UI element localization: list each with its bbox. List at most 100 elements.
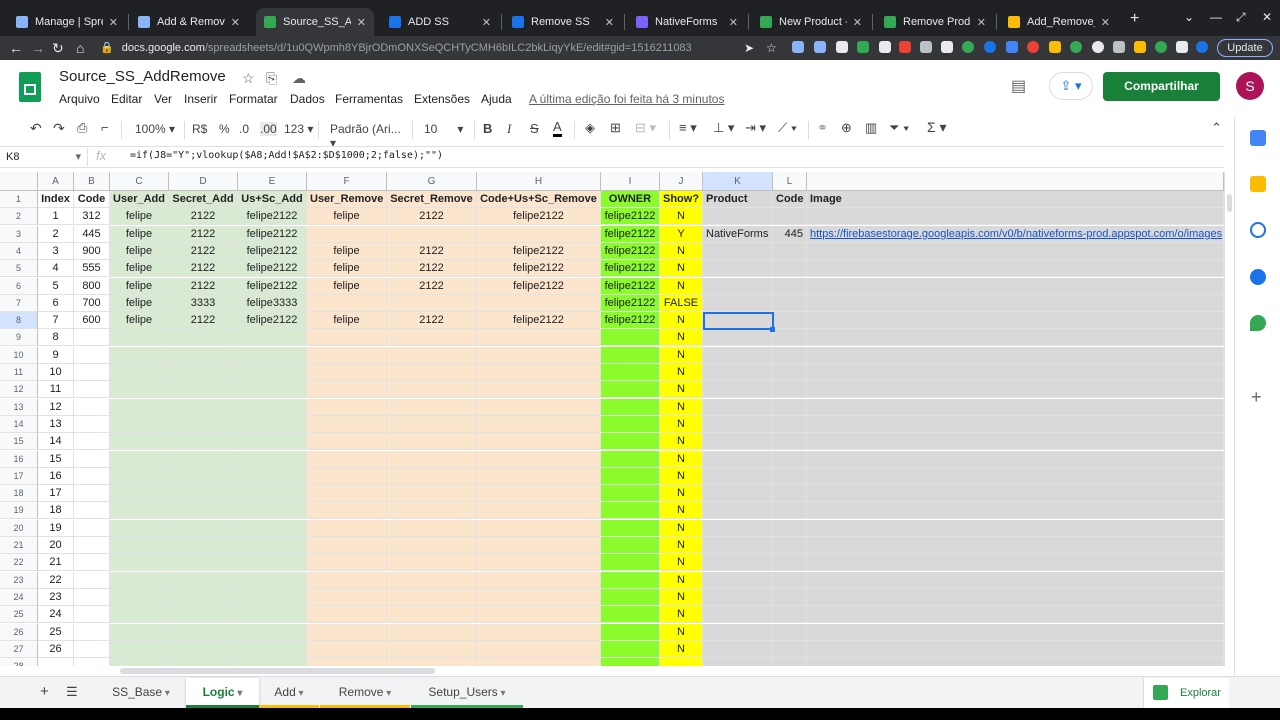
grid-cell[interactable] [807,588,1224,606]
grid-cell[interactable] [307,415,387,433]
grid-cell[interactable] [703,398,773,416]
grid-cell[interactable] [807,554,1224,572]
grid-cell[interactable]: N [660,381,703,399]
grid-cell[interactable] [477,519,601,537]
extension-4-icon[interactable] [857,41,869,53]
grid-cell[interactable]: 16 [38,467,74,485]
grid-cell[interactable]: N [660,346,703,364]
grid-cell[interactable] [807,450,1224,468]
grid-cell[interactable] [477,450,601,468]
grid-cell[interactable]: 18 [38,502,74,520]
grid-cell[interactable] [601,554,660,572]
grid-cell[interactable]: https://firebasestorage.googleapis.com/v… [807,225,1224,243]
extension-17-icon[interactable] [1134,41,1146,53]
grid-cell[interactable]: 3 [38,242,74,260]
grid-cell[interactable] [74,415,110,433]
sheet-tab-logic[interactable]: Logic ▾ [186,678,259,708]
column-header[interactable]: C [110,172,169,191]
grid-cell[interactable] [773,640,807,658]
grid-cell[interactable] [110,329,169,347]
grid-cell[interactable] [703,502,773,520]
grid-cell[interactable] [773,364,807,381]
grid-cell[interactable]: Y [660,225,703,243]
grid-cell[interactable]: 2122 [169,208,238,226]
grid-cell[interactable] [307,554,387,572]
extension-google-icon[interactable] [1027,41,1039,53]
grid-cell[interactable] [601,329,660,347]
all-sheets-icon[interactable]: ☰ [66,684,78,700]
grid-cell[interactable] [110,450,169,468]
grid-cell[interactable] [703,519,773,537]
grid-cell[interactable] [74,640,110,658]
column-header[interactable]: J [660,172,703,191]
move-folder-icon[interactable]: ⎘ [266,70,277,87]
grid-cell[interactable] [703,260,773,278]
grid-cell[interactable]: 20 [38,537,74,554]
grid-cell[interactable] [807,381,1224,399]
grid-cell[interactable] [169,519,238,537]
grid-cell[interactable] [74,571,110,589]
vertical-align-icon[interactable]: ⊥ ▾ [713,120,734,136]
grid-cell[interactable]: felipe [110,260,169,278]
grid-cell[interactable]: felipe [110,225,169,243]
grid-cell[interactable] [74,364,110,381]
text-color-icon[interactable]: A [553,120,562,137]
grid-cell[interactable] [773,242,807,260]
filter-icon[interactable]: ⏷ ▾ [889,120,909,136]
grid-cell[interactable] [773,415,807,433]
tab-search-icon[interactable]: ⌄ [1184,10,1194,24]
grid-cell[interactable]: 19 [38,519,74,537]
extension-14-icon[interactable] [1070,41,1082,53]
grid-cell[interactable] [169,467,238,485]
grid-cell[interactable]: N [660,606,703,624]
row-header[interactable]: 17 [0,467,38,485]
comments-icon[interactable]: ▤ [1011,76,1026,96]
column-header[interactable]: I [601,172,660,191]
grid-cell[interactable] [74,537,110,554]
grid-cell[interactable]: 2 [38,225,74,243]
grid-cell[interactable] [238,433,307,451]
grid-cell[interactable] [477,433,601,451]
grid-cell[interactable]: N [660,537,703,554]
row-header[interactable]: 7 [0,294,38,312]
grid-cell[interactable] [807,519,1224,537]
grid-cell[interactable] [387,640,477,658]
grid-cell[interactable] [307,450,387,468]
grid-cell[interactable] [238,398,307,416]
redo-icon[interactable]: ↷ [53,120,65,137]
sheet-tab-remove[interactable]: Remove ▾ [320,678,410,708]
grid-cell[interactable]: 12 [38,398,74,416]
grid-cell[interactable] [110,554,169,572]
grid-cell[interactable] [238,571,307,589]
grid-cell[interactable] [74,623,110,641]
grid-cell[interactable] [387,415,477,433]
grid-cell[interactable]: N [660,640,703,658]
grid-cell[interactable] [477,398,601,416]
extension-16-icon[interactable] [1113,41,1125,53]
grid-cell[interactable] [110,640,169,658]
extension-11-icon[interactable] [1006,41,1018,53]
grid-cell[interactable] [773,658,807,666]
grid-cell[interactable] [74,398,110,416]
extension-9-icon[interactable] [962,41,974,53]
grid-cell[interactable] [601,485,660,503]
header-cell[interactable]: Product [703,191,773,208]
grid-cell[interactable] [307,381,387,399]
grid-cell[interactable] [238,467,307,485]
grid-cell[interactable]: 2122 [387,312,477,330]
grid-cell[interactable]: N [660,588,703,606]
menu-inserir[interactable]: Inserir [184,92,217,106]
keep-icon[interactable] [1250,176,1266,192]
header-cell[interactable]: Secret_Add [169,191,238,208]
grid-cell[interactable] [110,433,169,451]
grid-cell[interactable] [773,467,807,485]
grid-cell[interactable] [74,346,110,364]
grid-cell[interactable] [110,571,169,589]
column-header[interactable]: K [703,172,773,191]
grid-cell[interactable] [110,606,169,624]
grid-cell[interactable] [773,450,807,468]
grid-cell[interactable] [238,640,307,658]
extension-2-icon[interactable] [814,41,826,53]
grid-cell[interactable] [74,467,110,485]
grid-cell[interactable] [703,658,773,666]
